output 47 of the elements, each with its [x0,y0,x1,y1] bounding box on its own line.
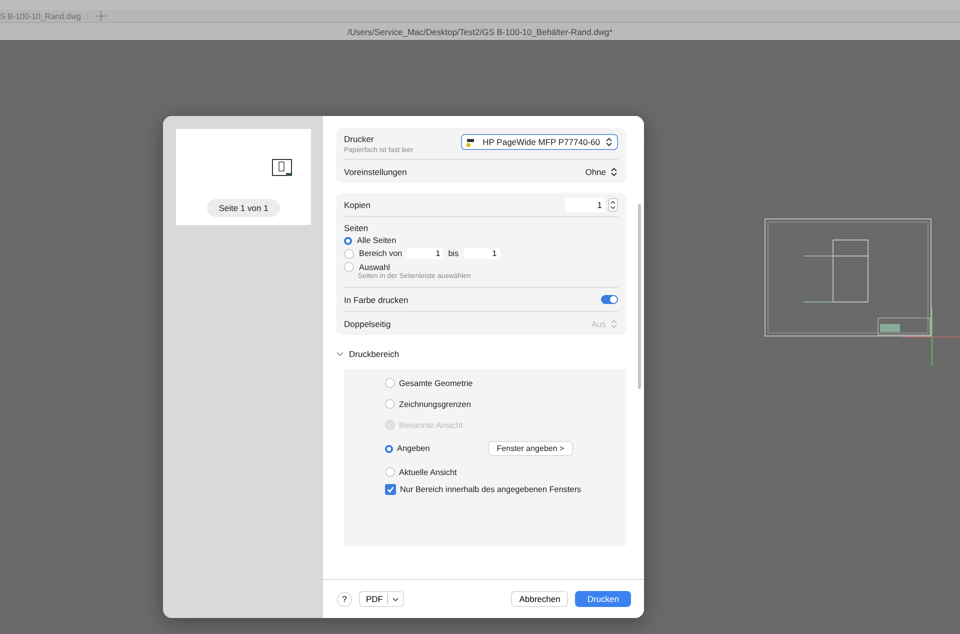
pdf-menu-button[interactable]: PDF [359,591,404,607]
radio-button[interactable] [385,378,395,388]
stepper-icon [605,137,613,147]
color-switch[interactable] [601,295,618,304]
drawing-thumbnail [272,159,292,177]
cancel-button[interactable]: Abbrechen [511,591,568,607]
radio-button[interactable] [344,262,354,272]
range-from-field[interactable]: 1 [407,248,444,259]
printer-popup[interactable]: HP PageWide MFP P77740-60 [460,134,618,150]
pages-label: Seiten [344,223,370,233]
radio-label: Zeichnungsgrenzen [399,400,471,408]
copies-label: Kopien [344,200,370,210]
checkbox-label: Nur Bereich innerhalb des angegebenen Fensters [400,485,582,494]
color-label: In Farbe drucken [344,294,408,304]
radio-label: Angeben [397,444,430,453]
radio-label: Auswahl [359,262,390,272]
chevron-down-icon [392,596,399,602]
presets-popup[interactable]: Ohne [585,166,618,176]
file-path: /Users/Service_Mac/Desktop/Test2/GS B-100-10_Behälter-Rand.dwg* [347,26,613,36]
help-button[interactable]: ? [337,592,352,606]
chevron-icon[interactable] [336,351,344,357]
radio-label: Aktuelle Ansicht [399,468,457,476]
printer-label: Drucker [344,134,375,144]
radio-label: Bereich von [359,249,402,258]
radio-button[interactable] [385,444,393,452]
duplex-label: Doppelseitig [344,318,391,328]
stepper-icon [610,166,618,176]
stepper-icon [610,318,618,328]
scrollbar[interactable] [638,204,641,389]
radio-label: Benannte Ansicht [399,420,463,430]
radio-label: Alle Seiten [357,236,396,245]
range-to-label: bis [448,249,459,258]
copies-field[interactable]: 1 [565,198,605,212]
radio-button[interactable] [385,467,395,477]
range-to-field[interactable]: 1 [464,248,500,259]
radio-button[interactable] [344,248,354,258]
page-indicator: Seite 1 von 1 [206,199,280,217]
specify-window-button[interactable]: Fenster angeben > [488,441,574,456]
radio-label: Gesamte Geometrie [399,378,473,388]
plus-icon[interactable] [96,11,106,21]
checkbox[interactable] [385,484,396,495]
radio-button[interactable] [385,399,395,409]
presets-label: Voreinstellungen [344,166,407,176]
print-button[interactable]: Drucken [575,591,631,607]
section-title: Druckbereich [349,349,400,359]
stepper-icon[interactable] [608,198,618,212]
radio-button[interactable] [344,236,352,244]
